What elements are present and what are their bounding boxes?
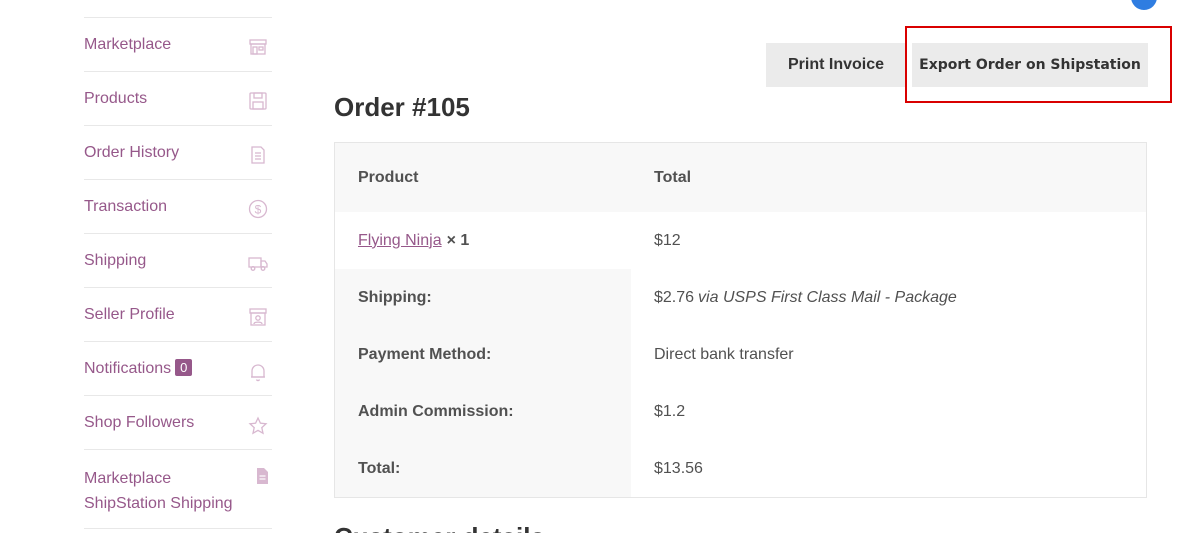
profile-icon — [248, 307, 268, 327]
floppy-icon — [248, 91, 268, 111]
product-quantity: × 1 — [446, 231, 470, 249]
table-header-row: Product Total — [335, 143, 1146, 212]
column-header-total: Total — [654, 168, 692, 186]
sidebar-item-shipstation-shipping[interactable]: Marketplace ShipStation Shipping — [84, 450, 272, 529]
page-title: Order #105 — [334, 92, 470, 122]
order-details-table: Product Total Flying Ninja × 1 $12 Shippi… — [334, 142, 1147, 498]
admin-commission-label: Admin Commission: — [335, 383, 631, 440]
store-icon — [248, 37, 268, 57]
shipping-method: via USPS First Class Mail - Package — [698, 288, 957, 306]
table-row: Flying Ninja × 1 $12 — [335, 212, 1146, 269]
customer-details-heading: Customer details — [334, 522, 545, 533]
sidebar-item-label-group: Notifications 0 — [84, 359, 193, 379]
total-value: $13.56 — [654, 459, 703, 477]
table-row: Shipping: $2.76 via USPS First Class Mail… — [335, 269, 1146, 326]
sidebar-item-label: Order History — [84, 144, 180, 161]
table-row: Admin Commission: $1.2 — [335, 383, 1146, 440]
truck-icon — [248, 253, 268, 273]
payment-method-label: Payment Method: — [335, 326, 631, 383]
sidebar-item-label: Transaction — [84, 198, 167, 215]
sidebar-item-label: Seller Profile — [84, 306, 175, 323]
shipping-label: Shipping: — [335, 269, 631, 326]
star-icon — [248, 416, 268, 436]
sidebar-item-label: Products — [84, 90, 148, 107]
sidebar-item-label: Notifications — [84, 360, 172, 377]
sidebar-item-seller-profile[interactable]: Seller Profile — [84, 288, 272, 342]
sidebar-item-label: Marketplace — [84, 36, 172, 53]
table-row: Payment Method: Direct bank transfer — [335, 326, 1146, 383]
sidebar-item-label: Shop Followers — [84, 414, 195, 431]
shipping-value: $2.76 via USPS First Class Mail - Package — [631, 269, 1146, 326]
sidebar-item-notifications[interactable]: Notifications 0 — [84, 342, 272, 396]
notification-count-badge: 0 — [175, 359, 193, 376]
table-row: Total: $13.56 — [335, 440, 1146, 497]
sidebar-item-label: Marketplace ShipStation Shipping — [84, 470, 233, 512]
print-invoice-button[interactable]: Print Invoice — [766, 43, 906, 87]
svg-text:$: $ — [255, 203, 262, 217]
sidebar-item-products[interactable]: Products — [84, 72, 272, 126]
sidebar-item-marketplace[interactable]: Marketplace — [84, 18, 272, 72]
product-cell: Flying Ninja × 1 — [335, 212, 631, 269]
product-total: $12 — [654, 231, 681, 249]
column-header-product: Product — [358, 168, 419, 186]
sidebar-item-shop-followers[interactable]: Shop Followers — [84, 396, 272, 450]
user-avatar[interactable] — [1131, 0, 1157, 10]
product-link[interactable]: Flying Ninja — [358, 232, 442, 250]
sidebar-item-transaction[interactable]: Transaction $ — [84, 180, 272, 234]
file-icon — [252, 466, 272, 486]
sidebar-item-order-history[interactable]: Order History — [84, 126, 272, 180]
document-icon — [248, 145, 268, 165]
sidebar-item-label: Shipping — [84, 252, 147, 269]
export-shipstation-button[interactable]: Export Order on Shipstation — [912, 43, 1148, 87]
dollar-icon: $ — [248, 199, 268, 219]
sidebar-item-shipping[interactable]: Shipping — [84, 234, 272, 288]
admin-commission-value: $1.2 — [654, 402, 686, 420]
payment-method-value: Direct bank transfer — [654, 345, 794, 363]
shipping-amount: $2.76 — [654, 288, 695, 306]
bell-icon — [248, 362, 268, 382]
total-label: Total: — [335, 440, 631, 497]
